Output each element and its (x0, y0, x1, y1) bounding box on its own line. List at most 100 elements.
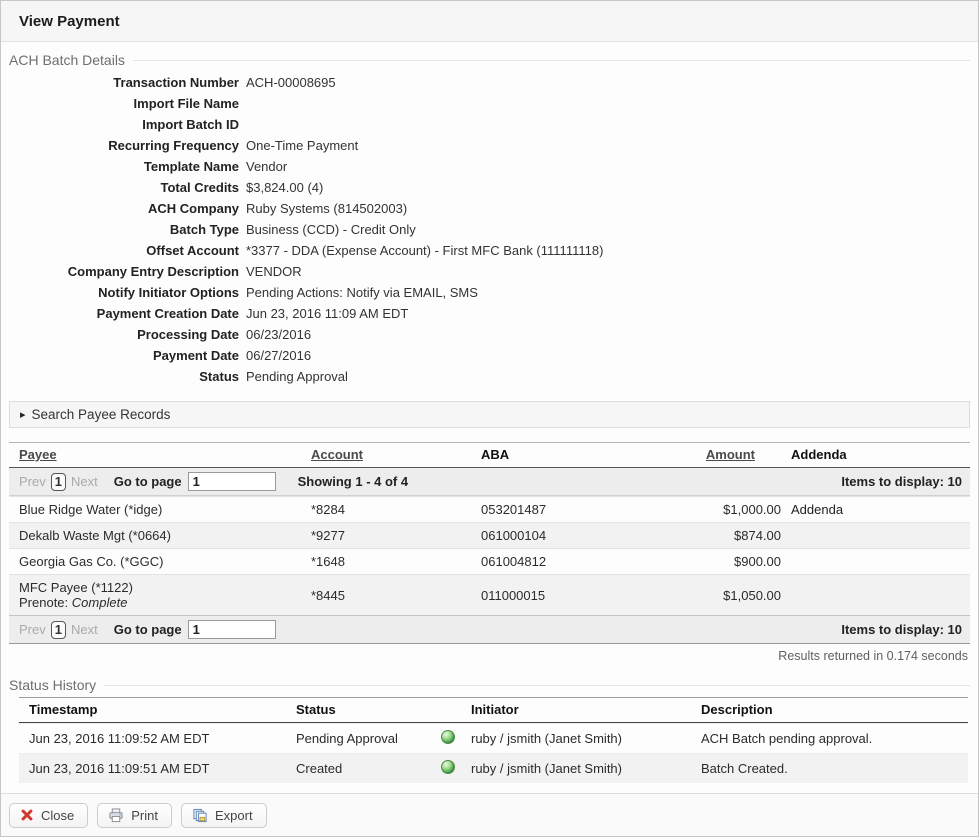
pagination-top: Prev 1 Next Go to page Showing 1 - 4 of … (9, 468, 970, 496)
ach-batch-details: Transaction Number ACH-00008695 Import F… (9, 72, 970, 387)
timestamp-column-header: Timestamp (19, 702, 296, 717)
aba-cell: 061004812 (481, 554, 641, 569)
field-label: Total Credits (9, 177, 239, 198)
aba-cell: 011000015 (481, 588, 641, 603)
detail-row-recurring-frequency: Recurring Frequency One-Time Payment (9, 135, 970, 156)
search-payee-records-label: Search Payee Records (32, 407, 171, 422)
status-column-header: Status (296, 702, 441, 717)
goto-page-input[interactable] (188, 620, 276, 639)
detail-row-batch-type: Batch Type Business (CCD) - Credit Only (9, 219, 970, 240)
table-row: Blue Ridge Water (*idge) *8284 053201487… (9, 496, 970, 522)
status-history-row: Jun 23, 2016 11:09:51 AM EDT Created rub… (19, 753, 968, 783)
payee-cell: Georgia Gas Co. (*GGC) (9, 554, 311, 569)
payee-table: Payee Account ABA Amount Addenda Prev 1 … (9, 442, 970, 644)
pagination-bottom: Prev 1 Next Go to page Items to display:… (9, 615, 970, 644)
sort-payee-link[interactable]: Payee (19, 447, 57, 462)
field-value: ACH-00008695 (246, 72, 336, 93)
field-value: $3,824.00 (4) (246, 177, 323, 198)
payee-name: MFC Payee (*1122) (19, 580, 311, 595)
payee-cell: MFC Payee (*1122) Prenote: Complete (9, 580, 311, 610)
detail-row-status: Status Pending Approval (9, 366, 970, 387)
page-title: View Payment (19, 13, 960, 30)
field-label: Payment Date (9, 345, 239, 366)
initiator-cell: ruby / jsmith (Janet Smith) (471, 761, 701, 776)
section-title: ACH Batch Details (9, 52, 133, 68)
close-button-label: Close (41, 808, 74, 823)
field-label: Notify Initiator Options (9, 282, 239, 303)
field-label: Offset Account (9, 240, 239, 261)
prev-button[interactable]: Prev (19, 474, 46, 489)
footer-action-bar: Close Print Expo (1, 793, 978, 836)
detail-row-payment-creation-date: Payment Creation Date Jun 23, 2016 11:09… (9, 303, 970, 324)
next-button[interactable]: Next (71, 474, 98, 489)
globe-icon (441, 760, 455, 774)
field-value: Pending Approval (246, 366, 348, 387)
field-value: One-Time Payment (246, 135, 358, 156)
field-label: Import File Name (9, 93, 239, 114)
table-row: MFC Payee (*1122) Prenote: Complete *844… (9, 574, 970, 615)
amount-cell: $900.00 (641, 554, 781, 569)
account-cell: *8284 (311, 502, 481, 517)
detail-row-offset-account: Offset Account *3377 - DDA (Expense Acco… (9, 240, 970, 261)
table-row: Dekalb Waste Mgt (*0664) *9277 061000104… (9, 522, 970, 548)
field-value: Business (CCD) - Credit Only (246, 219, 416, 240)
aba-column-header: ABA (481, 447, 641, 462)
search-payee-records-toggle[interactable]: ▸ Search Payee Records (9, 401, 970, 428)
sort-account-link[interactable]: Account (311, 447, 363, 462)
status-history-legend: Status History (9, 677, 970, 693)
description-column-header: Description (701, 702, 968, 717)
addenda-link[interactable]: Addenda (791, 502, 843, 517)
field-label: Company Entry Description (9, 261, 239, 282)
detail-row-import-batch-id: Import Batch ID (9, 114, 970, 135)
detail-row-processing-date: Processing Date 06/23/2016 (9, 324, 970, 345)
status-cell: Created (296, 761, 441, 776)
field-label: ACH Company (9, 198, 239, 219)
timestamp-cell: Jun 23, 2016 11:09:52 AM EDT (19, 731, 296, 746)
close-icon (20, 808, 34, 822)
field-label: Payment Creation Date (9, 303, 239, 324)
account-cell: *8445 (311, 588, 481, 603)
detail-row-company-entry-description: Company Entry Description VENDOR (9, 261, 970, 282)
field-label: Template Name (9, 156, 239, 177)
description-cell: ACH Batch pending approval. (701, 731, 968, 746)
ach-batch-details-legend: ACH Batch Details (9, 52, 970, 68)
detail-row-payment-date: Payment Date 06/27/2016 (9, 345, 970, 366)
results-timing-note: Results returned in 0.174 seconds (1, 649, 968, 663)
aba-cell: 061000104 (481, 528, 641, 543)
field-value: 06/27/2016 (246, 345, 311, 366)
initiator-column-header: Initiator (471, 702, 701, 717)
account-cell: *9277 (311, 528, 481, 543)
field-label: Recurring Frequency (9, 135, 239, 156)
field-value: *3377 - DDA (Expense Account) - First MF… (246, 240, 603, 261)
prev-button[interactable]: Prev (19, 622, 46, 637)
items-to-display: Items to display: 10 (841, 474, 962, 489)
print-button[interactable]: Print (97, 803, 172, 828)
export-button[interactable]: Export (181, 803, 267, 828)
sort-amount-link[interactable]: Amount (706, 447, 755, 462)
field-label: Batch Type (9, 219, 239, 240)
print-button-label: Print (131, 808, 158, 823)
payee-table-header: Payee Account ABA Amount Addenda (9, 442, 970, 468)
page-number-button[interactable]: 1 (51, 621, 66, 639)
legend-divider (133, 60, 970, 61)
addenda-column-header: Addenda (781, 447, 970, 462)
close-button[interactable]: Close (9, 803, 88, 828)
printer-icon (108, 808, 124, 823)
next-button[interactable]: Next (71, 622, 98, 637)
amount-cell: $874.00 (641, 528, 781, 543)
field-value: VENDOR (246, 261, 302, 282)
items-to-display: Items to display: 10 (841, 622, 962, 637)
export-icon (192, 808, 208, 823)
title-bar: View Payment (1, 1, 978, 42)
field-label: Status (9, 366, 239, 387)
chevron-right-icon: ▸ (20, 408, 26, 421)
account-cell: *1648 (311, 554, 481, 569)
field-value: 06/23/2016 (246, 324, 311, 345)
goto-page-input[interactable] (188, 472, 276, 491)
page-number-button[interactable]: 1 (51, 473, 66, 491)
initiator-cell: ruby / jsmith (Janet Smith) (471, 731, 701, 746)
detail-row-total-credits: Total Credits $3,824.00 (4) (9, 177, 970, 198)
field-value: Ruby Systems (814502003) (246, 198, 407, 219)
field-label: Import Batch ID (9, 114, 239, 135)
status-cell: Pending Approval (296, 731, 441, 746)
